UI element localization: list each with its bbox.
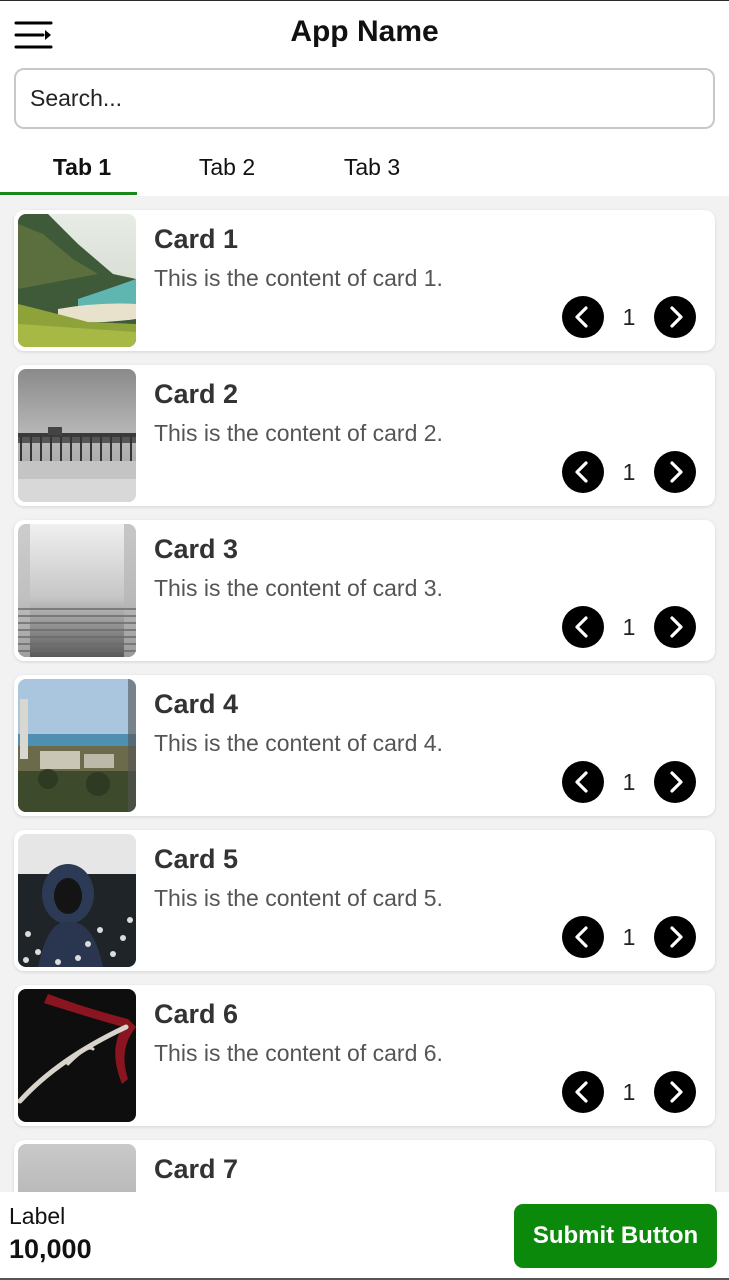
- card[interactable]: Card 6 This is the content of card 6. 1: [14, 985, 715, 1126]
- quantity-value: 1: [622, 1079, 636, 1105]
- active-tab-indicator: [0, 192, 137, 195]
- submit-button[interactable]: Submit Button: [514, 1204, 717, 1268]
- quantity-stepper: 1: [562, 916, 696, 958]
- quantity-value: 1: [622, 459, 636, 485]
- chevron-left-icon: [575, 461, 588, 483]
- increment-button[interactable]: [654, 761, 696, 803]
- card[interactable]: Card 4 This is the content of card 4. 1: [14, 675, 715, 816]
- increment-button[interactable]: [654, 296, 696, 338]
- card-title: Card 6: [154, 999, 239, 1029]
- card-title: Card 4: [154, 689, 239, 719]
- chevron-left-icon: [575, 306, 588, 328]
- card-thumbnail: [18, 1144, 136, 1192]
- card[interactable]: Card 2 This is the content of card 2. 1: [14, 365, 715, 506]
- card-content: This is the content of card 1.: [154, 265, 443, 291]
- increment-button[interactable]: [654, 916, 696, 958]
- card-list[interactable]: Card 1 This is the content of card 1. 1: [0, 196, 729, 1192]
- tab-bar: Tab 1 Tab 2 Tab 3: [0, 140, 729, 196]
- chevron-right-icon: [670, 306, 683, 328]
- quantity-stepper: 1: [562, 1071, 696, 1113]
- chevron-left-icon: [575, 616, 588, 638]
- quantity-value: 1: [622, 304, 636, 330]
- quantity-stepper: 1: [562, 296, 696, 338]
- total-value: 10,000: [9, 1234, 92, 1264]
- app-title: App Name: [290, 15, 439, 48]
- app-header: App Name: [0, 1, 729, 67]
- chevron-left-icon: [575, 1081, 588, 1103]
- chevron-right-icon: [670, 926, 683, 948]
- decrement-button[interactable]: [562, 296, 604, 338]
- card[interactable]: Card 7: [14, 1140, 715, 1192]
- decrement-button[interactable]: [562, 916, 604, 958]
- card-content: This is the content of card 5.: [154, 885, 443, 911]
- chevron-right-icon: [670, 771, 683, 793]
- card-thumbnail: [18, 214, 136, 347]
- quantity-value: 1: [622, 614, 636, 640]
- decrement-button[interactable]: [562, 451, 604, 493]
- quantity-value: 1: [622, 769, 636, 795]
- chevron-right-icon: [670, 1081, 683, 1103]
- tab-2[interactable]: Tab 2: [157, 140, 297, 194]
- card-content: This is the content of card 4.: [154, 730, 443, 756]
- card-thumbnail: [18, 524, 136, 657]
- tab-1[interactable]: Tab 1: [12, 140, 152, 194]
- chevron-left-icon: [575, 926, 588, 948]
- decrement-button[interactable]: [562, 606, 604, 648]
- card-title: Card 7: [154, 1154, 239, 1184]
- quantity-stepper: 1: [562, 451, 696, 493]
- quantity-value: 1: [622, 924, 636, 950]
- increment-button[interactable]: [654, 1071, 696, 1113]
- card-thumbnail: [18, 369, 136, 502]
- decrement-button[interactable]: [562, 761, 604, 803]
- card-title: Card 2: [154, 379, 239, 409]
- card[interactable]: Card 3 This is the content of card 3. 1: [14, 520, 715, 661]
- card-thumbnail: [18, 834, 136, 967]
- chevron-right-icon: [670, 616, 683, 638]
- card[interactable]: Card 5 This is the content of card 5. 1: [14, 830, 715, 971]
- card-title: Card 5: [154, 844, 239, 874]
- total-label: Label: [9, 1203, 66, 1229]
- card-content: This is the content of card 3.: [154, 575, 443, 601]
- card-thumbnail: [18, 679, 136, 812]
- bottom-bar: Label 10,000 Submit Button: [0, 1192, 729, 1280]
- tab-3[interactable]: Tab 3: [302, 140, 442, 194]
- quantity-stepper: 1: [562, 606, 696, 648]
- card-title: Card 1: [154, 224, 239, 254]
- card[interactable]: Card 1 This is the content of card 1. 1: [14, 210, 715, 351]
- quantity-stepper: 1: [562, 761, 696, 803]
- increment-button[interactable]: [654, 606, 696, 648]
- card-content: This is the content of card 6.: [154, 1040, 443, 1066]
- chevron-right-icon: [670, 461, 683, 483]
- card-title: Card 3: [154, 534, 239, 564]
- card-thumbnail: [18, 989, 136, 1122]
- increment-button[interactable]: [654, 451, 696, 493]
- chevron-left-icon: [575, 771, 588, 793]
- search-input[interactable]: [14, 68, 715, 129]
- decrement-button[interactable]: [562, 1071, 604, 1113]
- card-content: This is the content of card 2.: [154, 420, 443, 446]
